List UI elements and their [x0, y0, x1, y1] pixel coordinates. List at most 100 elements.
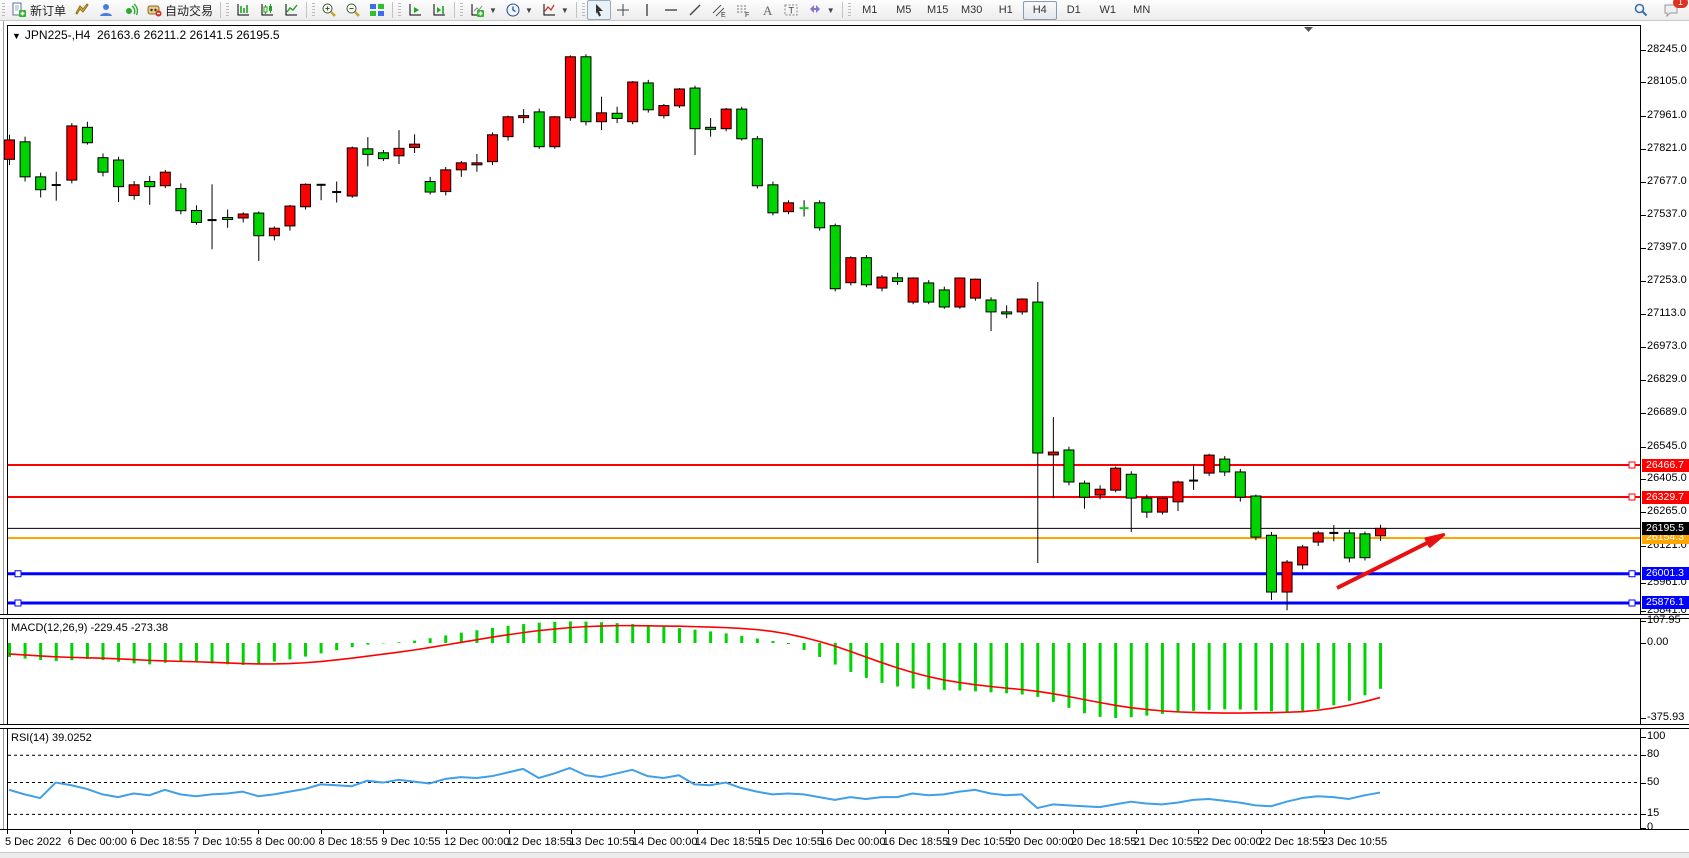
- time-tick: [509, 830, 510, 834]
- period-button-d1[interactable]: D1: [1057, 1, 1091, 20]
- toolbar-button-label: 新订单: [30, 2, 66, 19]
- axis-tick: [1641, 347, 1646, 348]
- time-label: 16 Dec 18:55: [883, 836, 948, 848]
- axis-tick: [1641, 583, 1646, 584]
- resistance-line-2-tag: 26329.7: [1642, 491, 1689, 504]
- equidistant-channel-button[interactable]: E: [707, 0, 731, 20]
- periods-dropdown-button[interactable]: ▼: [501, 0, 537, 20]
- chart-shift-button[interactable]: [427, 0, 451, 20]
- svg-text:T: T: [788, 6, 794, 16]
- period-button-m5[interactable]: M5: [887, 1, 921, 20]
- tile-windows-button[interactable]: [365, 0, 389, 20]
- zoom-out-button[interactable]: [341, 0, 365, 20]
- bar-chart-button[interactable]: [231, 0, 255, 20]
- line-handle[interactable]: [1629, 600, 1635, 606]
- period-button-w1[interactable]: W1: [1091, 1, 1125, 20]
- price-tick-label: 28105.0: [1647, 75, 1687, 87]
- time-tick: [822, 830, 823, 834]
- zoom-in-button[interactable]: [317, 0, 341, 20]
- text-label-button[interactable]: T: [779, 0, 803, 20]
- line-handle[interactable]: [15, 600, 21, 606]
- axis-tick: [1641, 546, 1646, 547]
- toolbar-grip[interactable]: [398, 3, 401, 17]
- signals-button[interactable]: [118, 0, 142, 20]
- chart-window[interactable]: ▼JPN225-,H4 26163.6 26211.2 26141.5 2619…: [0, 21, 1689, 858]
- period-button-m15[interactable]: M15: [921, 1, 955, 20]
- candle-body-up: [1017, 299, 1027, 312]
- line-handle[interactable]: [1629, 494, 1635, 500]
- autotrading-icon: [146, 2, 162, 18]
- line-chart-button[interactable]: [279, 0, 303, 20]
- toolbar-grip[interactable]: [848, 3, 851, 17]
- charts-button[interactable]: [70, 0, 94, 20]
- macd-pane[interactable]: [0, 618, 1642, 725]
- period-button-h1[interactable]: H1: [989, 1, 1023, 20]
- text-button[interactable]: A: [755, 0, 779, 20]
- candle-body-up: [1376, 528, 1386, 535]
- toolbar-grip[interactable]: [312, 3, 315, 17]
- period-button-h4[interactable]: H4: [1023, 1, 1057, 20]
- vertical-line-icon: [639, 2, 655, 18]
- templates-button[interactable]: ▼: [537, 0, 573, 20]
- axis-tick: [1641, 82, 1646, 83]
- candle-body-up: [347, 148, 357, 196]
- candle-body-up: [628, 82, 638, 122]
- line-handle[interactable]: [15, 571, 21, 577]
- candle-body-up: [472, 163, 482, 165]
- period-button-m1[interactable]: M1: [853, 1, 887, 20]
- search-button[interactable]: [1629, 0, 1653, 20]
- rsi-pane[interactable]: [0, 728, 1642, 829]
- chevron-down-icon[interactable]: ▼: [12, 31, 21, 41]
- horizontal-line-icon: [663, 2, 679, 18]
- candle-body-up: [955, 278, 965, 307]
- candle-body-down: [1251, 496, 1261, 537]
- auto-scroll-button[interactable]: [403, 0, 427, 20]
- candle-body-up: [487, 135, 497, 162]
- toolbar-grip[interactable]: [582, 3, 585, 17]
- autotrading-button[interactable]: 自动交易: [142, 0, 217, 20]
- time-label: 15 Dec 10:55: [757, 836, 822, 848]
- candle-body-up: [1157, 498, 1167, 512]
- toolbar-grip[interactable]: [460, 3, 463, 17]
- toolbar-grip[interactable]: [226, 3, 229, 17]
- notifications-button[interactable]: 1: [1659, 0, 1683, 20]
- candle-body-down: [98, 158, 108, 172]
- profiles-button[interactable]: [94, 0, 118, 20]
- candle-body-down: [706, 127, 716, 129]
- candle-body-down: [986, 300, 996, 312]
- horizontal-line-button[interactable]: [659, 0, 683, 20]
- tile-windows-icon: [369, 2, 385, 18]
- price-pane[interactable]: [0, 25, 1642, 615]
- chart-shift-icon: [431, 2, 447, 18]
- line-handle[interactable]: [1629, 571, 1635, 577]
- candle-body-up: [1204, 455, 1214, 473]
- time-tick: [446, 830, 447, 834]
- candle-body-down: [363, 149, 373, 155]
- axis-tick: [1641, 783, 1646, 784]
- new-order-button[interactable]: 新订单: [7, 0, 70, 20]
- ohlc-values: 26163.6 26211.2 26141.5 26195.5: [97, 28, 280, 42]
- rsi-label: RSI(14) 39.0252: [11, 732, 92, 744]
- time-label: 22 Dec 18:55: [1259, 836, 1324, 848]
- candle-body-up: [269, 228, 279, 235]
- macd-tick-label: 0.00: [1647, 636, 1668, 648]
- candlestick-chart-button[interactable]: [255, 0, 279, 20]
- axis-tick: [1641, 248, 1646, 249]
- period-button-m30[interactable]: M30: [955, 1, 989, 20]
- chevron-down-icon: ▼: [561, 6, 569, 15]
- trendline-button[interactable]: [683, 0, 707, 20]
- indicators-button[interactable]: ▼: [465, 0, 501, 20]
- crosshair-button[interactable]: [611, 0, 635, 20]
- vertical-line-button[interactable]: [635, 0, 659, 20]
- candle-body-up: [1173, 482, 1183, 502]
- price-tick-label: 27113.0: [1647, 307, 1686, 319]
- toolbar-grip[interactable]: [2, 3, 5, 17]
- line-handle[interactable]: [1629, 462, 1635, 468]
- period-button-mn[interactable]: MN: [1125, 1, 1159, 20]
- time-axis[interactable]: 5 Dec 20226 Dec 00:006 Dec 18:557 Dec 10…: [0, 829, 1689, 853]
- cursor-button[interactable]: [587, 0, 611, 20]
- candle-body-down: [1033, 302, 1043, 453]
- arrows-button[interactable]: ▼: [803, 0, 839, 20]
- rsi-tick-label: 15: [1647, 807, 1659, 819]
- fibonacci-button[interactable]: F: [731, 0, 755, 20]
